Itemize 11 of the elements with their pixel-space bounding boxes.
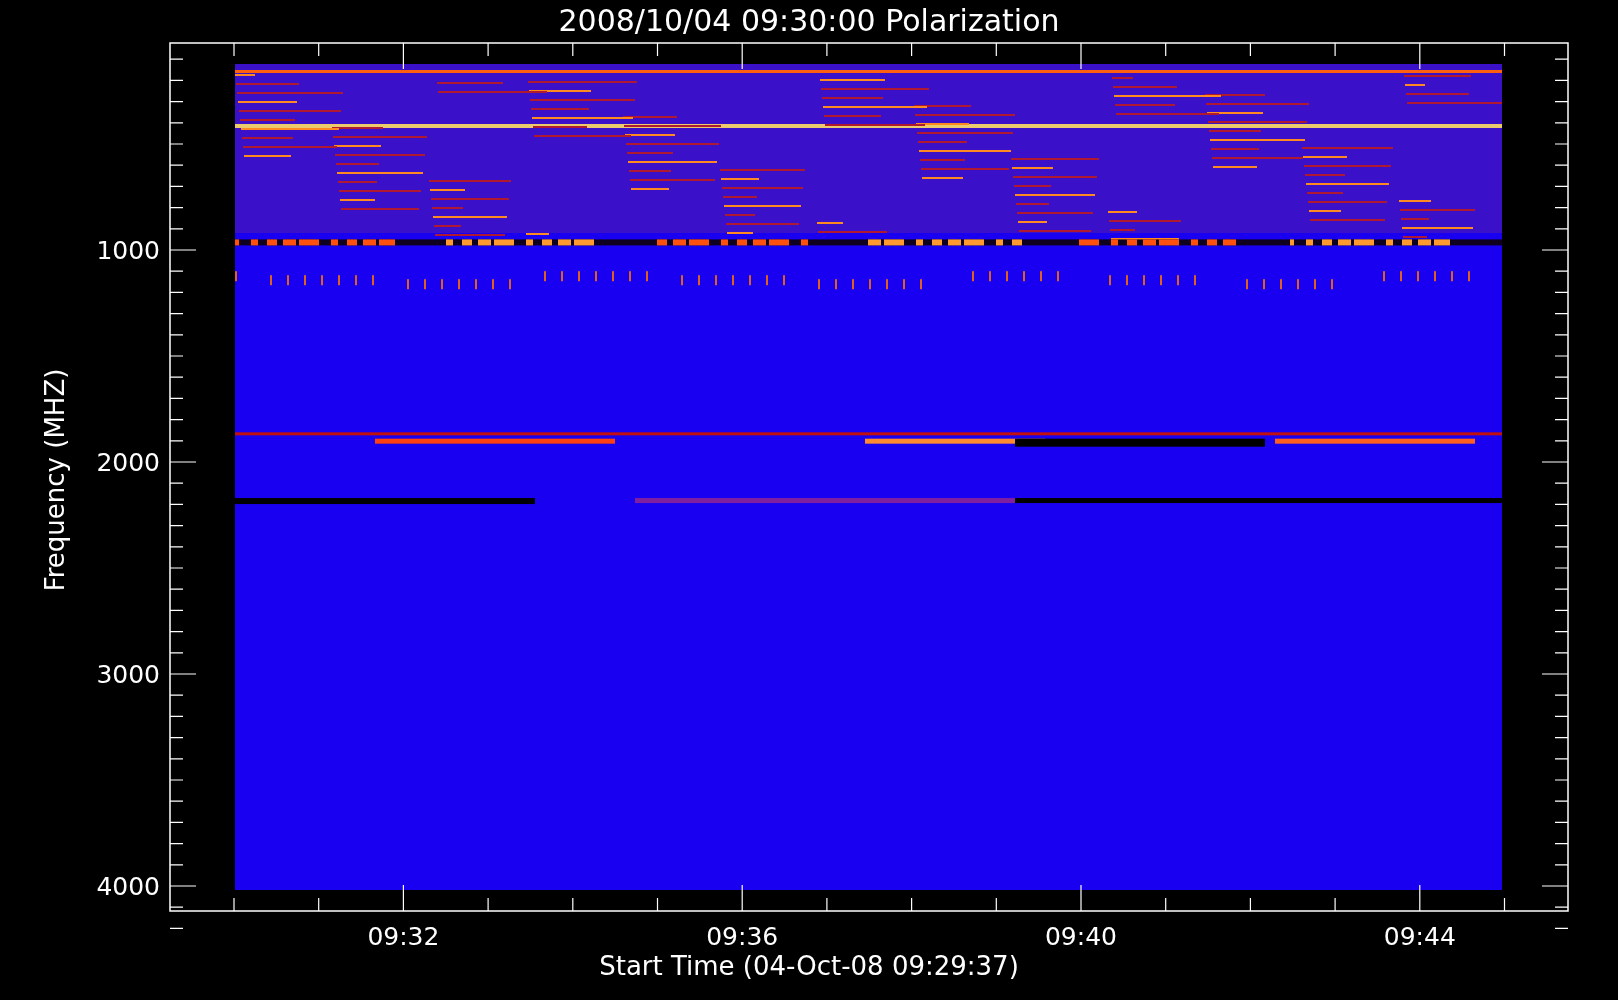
- axis-label: Frequency (MHZ): [40, 368, 70, 592]
- chart-title: 2008/10/04 09:30:00 Polarization: [558, 3, 1060, 38]
- axis-tick-label: 1000: [96, 236, 160, 265]
- axis-tick-label: 2000: [96, 448, 160, 477]
- axis-tick-label: 09:44: [1383, 922, 1456, 951]
- axis-tick-label: 4000: [96, 872, 160, 901]
- axis-tick-label: 09:40: [1045, 922, 1117, 951]
- axis-tick-label: 09:36: [706, 922, 779, 951]
- axis-label: Start Time (04-Oct-08 09:29:37): [599, 951, 1019, 981]
- axis-tick-label: 09:32: [367, 922, 440, 951]
- axis-tick-label: 3000: [96, 660, 160, 689]
